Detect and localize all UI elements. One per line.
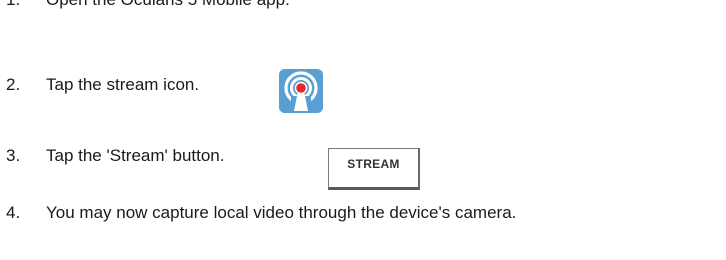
step-number: 1. [6, 0, 20, 10]
step-number: 3. [6, 146, 21, 165]
stream-icon-graphic [279, 69, 323, 113]
step-text: Tap the 'Stream' button. [46, 146, 225, 165]
step-text: Tap the stream icon. [46, 75, 200, 94]
stream-button: STREAM [328, 148, 420, 190]
stream-icon [279, 69, 323, 113]
step-number: 4. [6, 203, 21, 222]
step-text: You may now capture local video through … [46, 203, 517, 222]
step-text: Open the Ocularis 5 Mobile app. [46, 0, 290, 10]
step-number: 2. [6, 75, 21, 94]
